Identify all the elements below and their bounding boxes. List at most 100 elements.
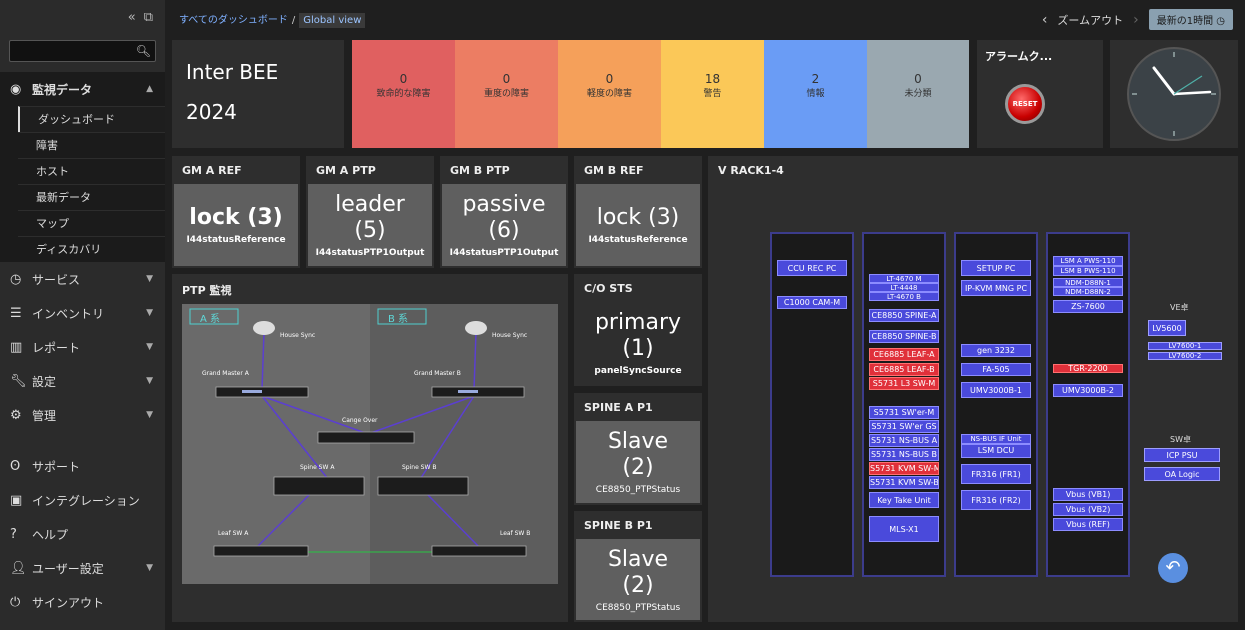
- menu-sign-out[interactable]: ⏻ サインアウト: [0, 585, 165, 619]
- rack-device[interactable]: Vbus (VB2): [1053, 503, 1123, 516]
- rack-device[interactable]: UMV3000B-1: [961, 382, 1031, 398]
- chevron-down-icon: ▼: [146, 376, 153, 386]
- rack-device[interactable]: FR316 (FR1): [961, 464, 1031, 484]
- spine-a-value-box: Slave (2) CE8850_PTPStatus: [576, 421, 700, 503]
- rack-device[interactable]: LT-4670 B: [869, 292, 939, 301]
- gm-b-ptp-value-box: passive (6) I44statusPTP1Output: [442, 184, 566, 266]
- severity-count: 0: [399, 72, 408, 86]
- rack-device[interactable]: NDM-D88N-1: [1053, 278, 1123, 287]
- menu-integration[interactable]: ▣ インテグレーション: [0, 483, 165, 517]
- menu-support[interactable]: ʘ サポート: [0, 449, 165, 483]
- submenu-dashboard[interactable]: ダッシュボード: [18, 106, 165, 132]
- severity-count: 0: [914, 72, 922, 86]
- severity-high[interactable]: 0 重度の障害: [455, 40, 558, 148]
- vrack-panel: V RACK1-4 CCU REC PC C1000 CAM-M LT-4670…: [708, 156, 1238, 622]
- severity-disaster[interactable]: 0 致命的な障害: [352, 40, 455, 148]
- rack-device[interactable]: CE8850 SPINE-A: [869, 309, 939, 322]
- rack-device[interactable]: MLS-X1: [869, 516, 939, 542]
- rack-device[interactable]: NS-BUS IF Unit: [961, 434, 1031, 444]
- panel-title: PTP 監視: [182, 284, 232, 297]
- status-value: Slave (2): [607, 546, 669, 598]
- ve-device-lv5600[interactable]: LV5600: [1148, 320, 1186, 336]
- severity-warning[interactable]: 18 警告: [661, 40, 764, 148]
- rack-device[interactable]: TGR-2200: [1053, 364, 1123, 373]
- collapse-sidebar-icon[interactable]: «: [128, 10, 136, 25]
- rack-device[interactable]: NDM-D88N-2: [1053, 287, 1123, 296]
- search-icon[interactable]: 🔍︎: [136, 44, 151, 58]
- rack-device[interactable]: IP-KVM MNG PC: [961, 280, 1031, 296]
- next-period-icon[interactable]: ›: [1133, 12, 1139, 28]
- rack-device[interactable]: LT-4670 M: [869, 274, 939, 283]
- rack-device[interactable]: LSM A PWS-110: [1053, 256, 1123, 266]
- rack-device[interactable]: CE6885 LEAF-A: [869, 348, 939, 361]
- rack-device[interactable]: CCU REC PC: [777, 260, 847, 276]
- menu-help[interactable]: ? ヘルプ: [0, 517, 165, 551]
- prev-period-icon[interactable]: ‹: [1042, 12, 1048, 28]
- severity-average[interactable]: 0 軽度の障害: [558, 40, 661, 148]
- menu-monitoring[interactable]: ◉ 監視データ ▲: [0, 72, 165, 106]
- rack-device[interactable]: S5731 SW'er-M: [869, 406, 939, 419]
- gm-b-ref-panel: GM B REF lock (3) I44statusReference: [574, 156, 702, 268]
- rack-device[interactable]: S5731 KVM SW-M: [869, 462, 939, 475]
- kiosk-mode-icon[interactable]: ⧉: [144, 10, 153, 25]
- rack-device[interactable]: Vbus (REF): [1053, 518, 1123, 531]
- rack-device[interactable]: LSM DCU: [961, 444, 1031, 458]
- zoom-out-button[interactable]: ズームアウト: [1057, 12, 1123, 28]
- rack-device[interactable]: ZS-7600: [1053, 300, 1123, 313]
- ve-device-lv7600-1[interactable]: LV7600-1: [1148, 342, 1222, 350]
- rack-device[interactable]: gen 3232: [961, 344, 1031, 357]
- rack-device[interactable]: Vbus (VB1): [1053, 488, 1123, 501]
- rack-device[interactable]: LT-4448: [869, 283, 939, 292]
- rack-device[interactable]: CE6885 LEAF-B: [869, 363, 939, 376]
- menu-services[interactable]: ◷ サービス ▼: [0, 262, 165, 296]
- rack-device[interactable]: FR316 (FR2): [961, 490, 1031, 510]
- menu-settings[interactable]: 🔧︎ 設定 ▼: [0, 364, 165, 398]
- rack-device[interactable]: S5731 NS-BUS B: [869, 448, 939, 461]
- menu-admin[interactable]: ⚙ 管理 ▼: [0, 398, 165, 432]
- panel-title: GM A PTP: [316, 164, 376, 177]
- title-line-1: Inter BEE: [186, 60, 279, 84]
- rack-device[interactable]: UMV3000B-2: [1053, 384, 1123, 397]
- rack-device[interactable]: S5731 L3 SW-M: [869, 377, 939, 390]
- rack-device[interactable]: CE8850 SPINE-B: [869, 330, 939, 343]
- submenu-maps[interactable]: マップ: [18, 210, 165, 236]
- rack-device[interactable]: S5731 NS-BUS A: [869, 434, 939, 447]
- submenu-hosts[interactable]: ホスト: [18, 158, 165, 184]
- submenu-latest-data[interactable]: 最新データ: [18, 184, 165, 210]
- submenu-discovery[interactable]: ディスカバリ: [18, 236, 165, 262]
- menu-user-settings[interactable]: 👤︎ ユーザー設定 ▼: [0, 551, 165, 585]
- status-value: lock (3): [189, 205, 283, 230]
- menu-label: 管理: [32, 408, 57, 423]
- severity-label: 情報: [806, 89, 825, 99]
- rack-device[interactable]: LSM B PWS-110: [1053, 266, 1123, 276]
- rack-device[interactable]: SETUP PC: [961, 260, 1031, 276]
- submenu-problems[interactable]: 障害: [18, 132, 165, 158]
- severity-info[interactable]: 2 情報: [764, 40, 867, 148]
- item-name: I44statusPTP1Output: [449, 248, 559, 258]
- ve-device-lv7600-2[interactable]: LV7600-2: [1148, 352, 1222, 360]
- rack-device[interactable]: Key Take Unit: [869, 492, 939, 508]
- title-line-2: 2024: [186, 100, 237, 124]
- sidebar: « ⧉ 🔍︎ ◉ 監視データ ▲ ダッシュボード 障害 ホスト 最新データ マッ…: [0, 0, 165, 630]
- breadcrumb-current[interactable]: Global view: [299, 12, 366, 28]
- menu-reports[interactable]: ▥ レポート ▼: [0, 330, 165, 364]
- breadcrumb-all-dashboards[interactable]: すべてのダッシュボード: [179, 15, 288, 26]
- house-sync-a-label: House Sync: [280, 332, 316, 339]
- rack-device[interactable]: S5731 KVM SW-B: [869, 476, 939, 489]
- panel-title: GM B REF: [584, 164, 644, 177]
- time-range-button[interactable]: 最新の1時間 ◷: [1148, 9, 1233, 30]
- rack-device[interactable]: C1000 CAM-M: [777, 296, 847, 309]
- back-arrow-icon[interactable]: ↶: [1158, 553, 1188, 583]
- reset-button[interactable]: RESET: [1005, 84, 1045, 124]
- co-sts-value-box: primary (1) panelSyncSource: [576, 302, 700, 384]
- rack-device[interactable]: S5731 SW'er GS: [869, 420, 939, 433]
- search-input[interactable]: 🔍︎: [9, 40, 156, 62]
- status-value: Slave (2): [607, 429, 669, 480]
- sw-device-icp-psu[interactable]: ICP PSU: [1144, 448, 1220, 462]
- rack-device[interactable]: FA-505: [961, 363, 1031, 376]
- sw-device-oa-logic[interactable]: OA Logic: [1144, 467, 1220, 481]
- system-b-label: B 系: [388, 314, 409, 325]
- menu-inventory[interactable]: ☰ インベントリ ▼: [0, 296, 165, 330]
- rack-4: LSM A PWS-110 LSM B PWS-110 NDM-D88N-1 N…: [1046, 232, 1130, 577]
- severity-not-classified[interactable]: 0 未分類: [867, 40, 969, 148]
